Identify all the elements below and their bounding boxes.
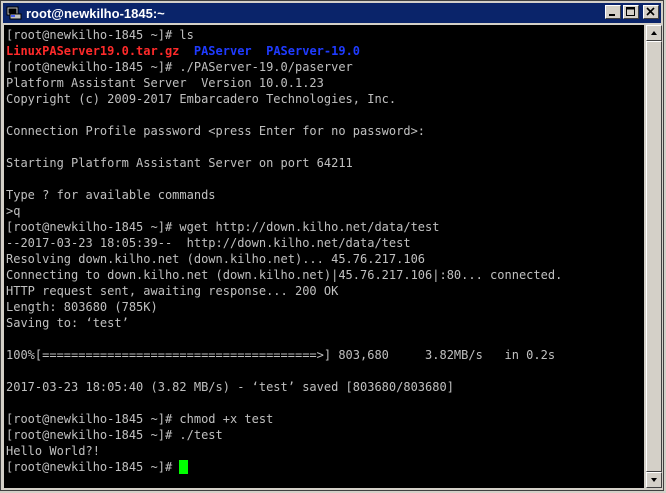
- vertical-scrollbar[interactable]: [646, 25, 662, 488]
- terminal-line: Connecting to down.kilho.net (down.kilho…: [6, 268, 563, 282]
- terminal-line: Length: 803680 (785K): [6, 300, 158, 314]
- download-progress-line: 100%[===================================…: [6, 348, 556, 362]
- terminal-line: [root@newkilho-1845 ~]# ./PAServer-19.0/…: [6, 59, 353, 75]
- shell-prompt: [root@newkilho-1845 ~]#: [6, 428, 180, 442]
- terminal-line: [root@newkilho-1845 ~]# ./test: [6, 427, 223, 443]
- command-text: ./test: [179, 428, 223, 442]
- shell-prompt: [root@newkilho-1845 ~]#: [6, 28, 180, 42]
- terminal-line: Type ? for available commands: [6, 188, 216, 202]
- terminal-line: Platform Assistant Server Version 10.0.1…: [6, 76, 324, 90]
- window-controls: [603, 5, 659, 19]
- terminal-line: Copyright (c) 2009-2017 Embarcadero Tech…: [6, 92, 397, 106]
- window-title: root@newkilho-1845:~: [26, 5, 165, 21]
- shell-prompt: [root@newkilho-1845 ~]#: [6, 412, 180, 426]
- terminal-line: Saving to: ‘test’: [6, 316, 129, 330]
- terminal-line: Starting Platform Assistant Server on po…: [6, 156, 353, 170]
- terminal-line: HTTP request sent, awaiting response... …: [6, 284, 339, 298]
- putty-terminal-icon[interactable]: [6, 5, 22, 21]
- terminal-line: [root@newkilho-1845 ~]# chmod +x test: [6, 411, 273, 427]
- shell-prompt: [root@newkilho-1845 ~]#: [6, 60, 180, 74]
- terminal-line: 2017-03-23 18:05:40 (3.82 MB/s) - ‘test’…: [6, 380, 454, 394]
- maximize-icon: [626, 7, 635, 16]
- scroll-down-button[interactable]: [646, 472, 662, 488]
- program-output: Hello World?!: [6, 444, 100, 458]
- terminal-line: Resolving down.kilho.net (down.kilho.net…: [6, 252, 426, 266]
- file-directory: PAServer-19.0: [266, 44, 361, 58]
- terminal-line: [root@newkilho-1845 ~]# wget http://down…: [6, 219, 439, 235]
- maximize-button[interactable]: [623, 5, 639, 19]
- scroll-up-button[interactable]: [646, 25, 662, 41]
- terminal-window: root@newkilho-1845:~ [root@newkilho-1845…: [0, 0, 664, 491]
- scrollbar-thumb[interactable]: [646, 41, 662, 472]
- terminal-output[interactable]: [root@newkilho-1845 ~]# ls LinuxPAServer…: [4, 25, 644, 488]
- minimize-icon: [609, 14, 615, 16]
- file-directory: PAServer: [193, 44, 252, 58]
- command-text: chmod +x test: [179, 412, 274, 426]
- command-text: wget http://down.kilho.net/data/test: [179, 220, 440, 234]
- close-button[interactable]: [643, 5, 659, 19]
- arrow-down-icon: [651, 478, 657, 482]
- shell-prompt: [root@newkilho-1845 ~]#: [6, 460, 180, 474]
- close-icon: [646, 7, 655, 16]
- terminal-line: [root@newkilho-1845 ~]#: [6, 459, 189, 475]
- terminal-line: --2017-03-23 18:05:39-- http://down.kilh…: [6, 236, 411, 250]
- text-cursor: [179, 460, 189, 474]
- terminal-line: >q: [6, 204, 21, 218]
- command-text: ls: [179, 28, 194, 42]
- shell-prompt: [root@newkilho-1845 ~]#: [6, 220, 180, 234]
- arrow-up-icon: [651, 31, 657, 35]
- file-archive: LinuxPAServer19.0.tar.gz: [6, 44, 180, 58]
- terminal-line: Connection Profile password <press Enter…: [6, 124, 426, 138]
- minimize-button[interactable]: [605, 5, 621, 19]
- command-text: ./PAServer-19.0/paserver: [179, 60, 353, 74]
- terminal-line: LinuxPAServer19.0.tar.gz PAServer PAServ…: [6, 43, 360, 59]
- terminal-line: [root@newkilho-1845 ~]# ls: [6, 27, 194, 43]
- title-bar[interactable]: root@newkilho-1845:~: [3, 3, 661, 23]
